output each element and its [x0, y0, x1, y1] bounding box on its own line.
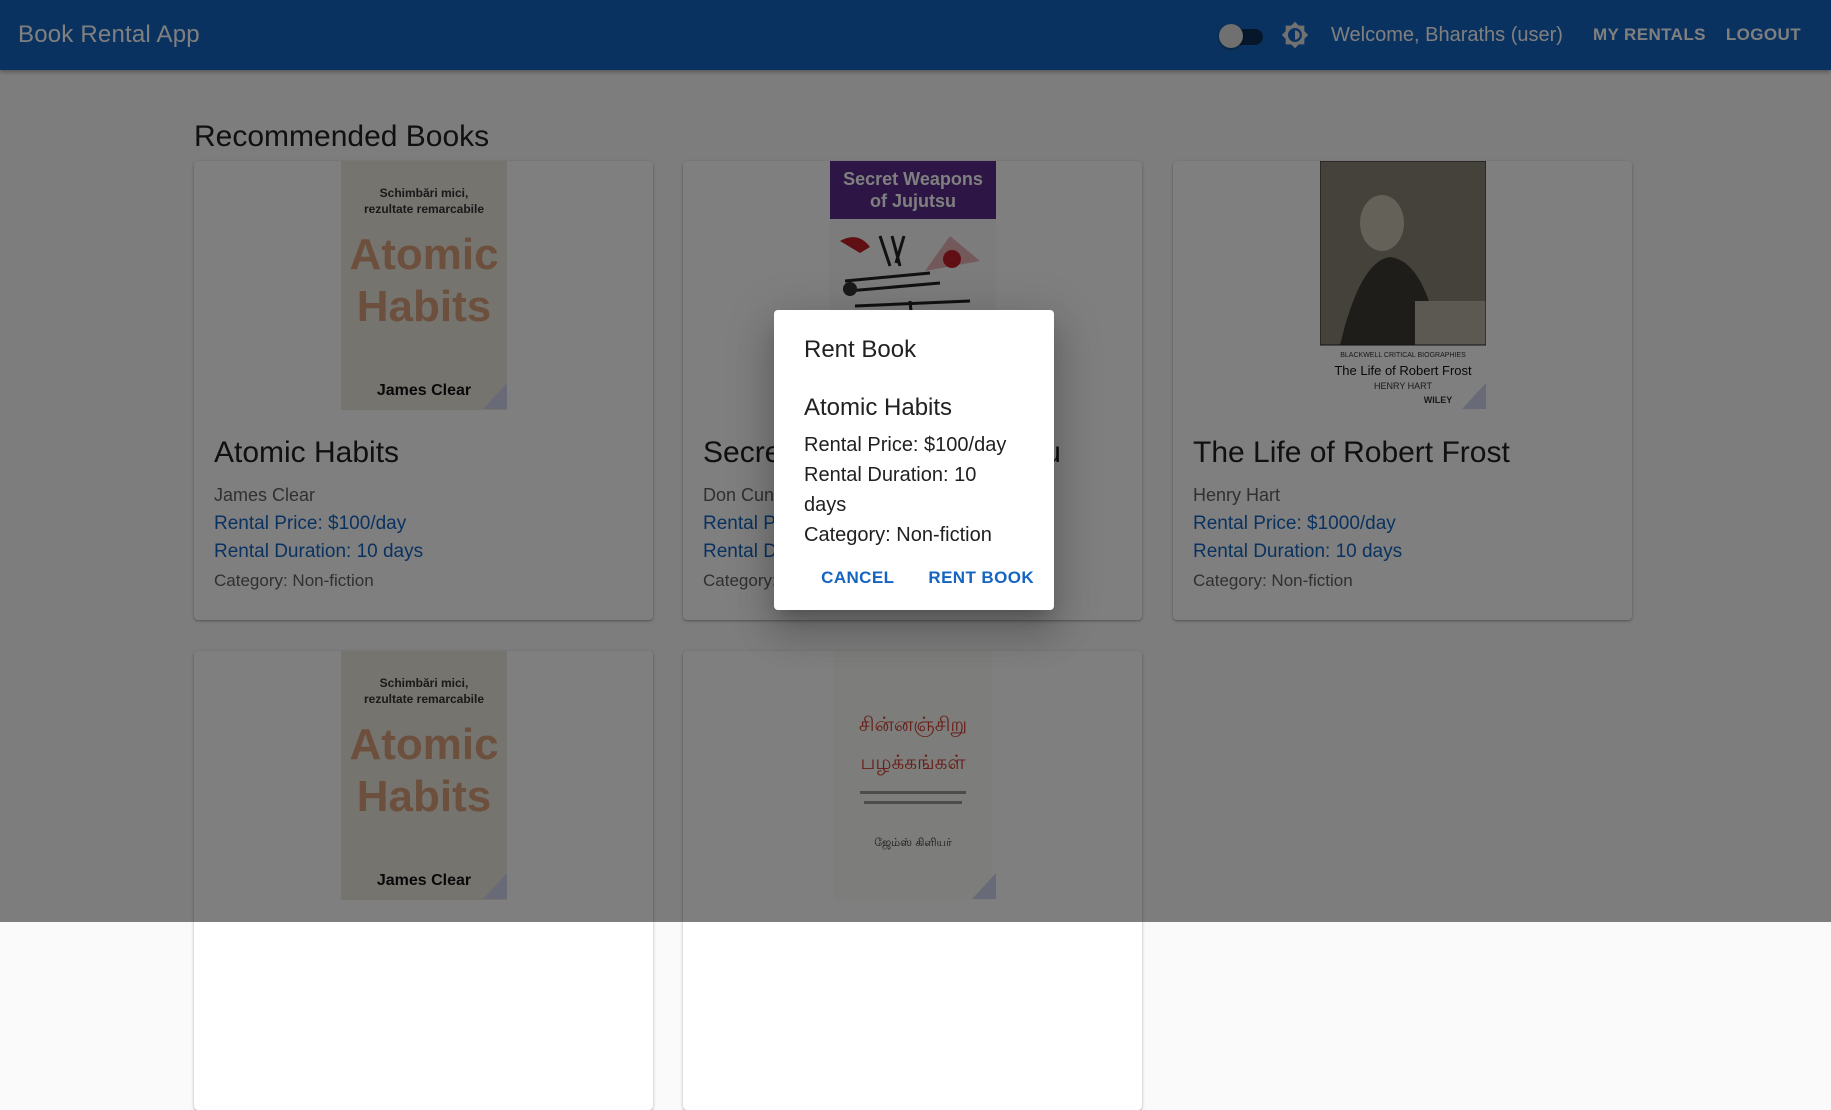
cancel-button[interactable]: CANCEL [821, 568, 894, 588]
dialog-duration: Rental Duration: 10 days [804, 464, 977, 516]
rent-book-button[interactable]: RENT BOOK [928, 568, 1034, 588]
dialog-category: Category: Non-fiction [804, 524, 992, 546]
dialog-actions: CANCEL RENT BOOK [787, 568, 1034, 588]
dialog-book-title: Atomic Habits [804, 394, 953, 421]
dialog-price: Rental Price: $100/day [804, 434, 1007, 456]
rent-book-dialog: Rent Book Atomic Habits Rental Price: $1… [774, 310, 1054, 610]
dialog-title: Rent Book [804, 336, 917, 363]
